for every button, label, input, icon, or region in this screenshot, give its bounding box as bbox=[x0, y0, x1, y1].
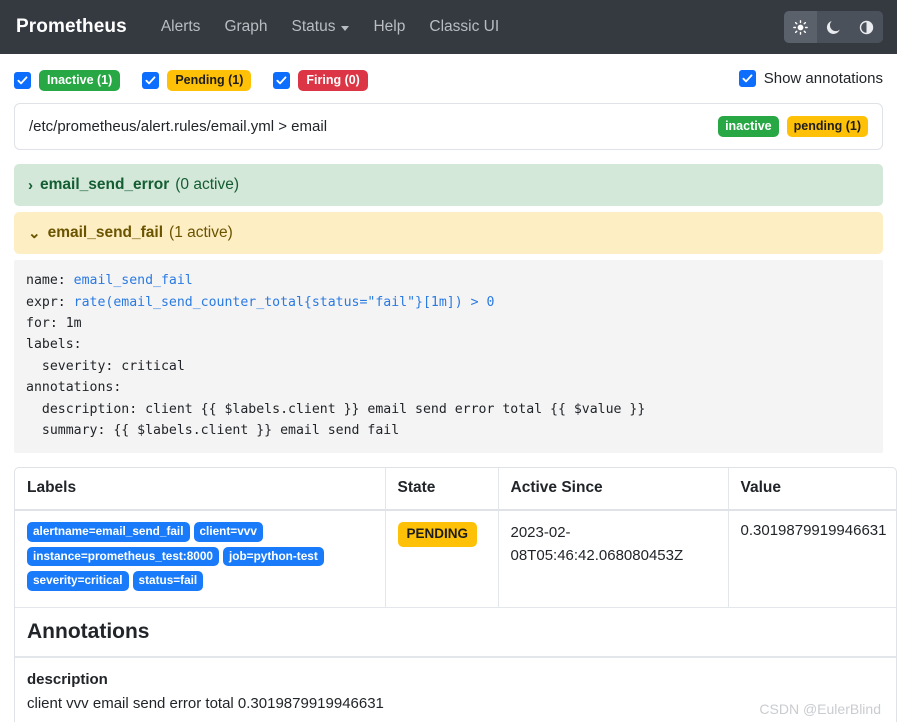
rule-definition-block: name: email_send_fail expr: rate(email_s… bbox=[14, 260, 883, 454]
chevron-down-icon bbox=[341, 25, 350, 31]
nav-link-graph[interactable]: Graph bbox=[212, 12, 279, 42]
annotations-title: Annotations bbox=[15, 608, 896, 657]
checkbox-firing[interactable] bbox=[273, 72, 291, 90]
theme-light-button[interactable] bbox=[784, 11, 817, 43]
rule-labels-line: labels: bbox=[26, 337, 82, 353]
checkbox-inactive[interactable] bbox=[14, 72, 31, 90]
badge-firing[interactable]: Firing (0) bbox=[298, 70, 368, 92]
brand-logo[interactable]: Prometheus bbox=[16, 16, 127, 38]
checkbox-pending[interactable] bbox=[142, 72, 160, 90]
cell-labels: alertname=email_send_fail client=vvv insta… bbox=[15, 510, 386, 608]
annotations-body-cell: description client vvv email send error … bbox=[15, 657, 896, 722]
rule-file-panel: /etc/prometheus/alert.rules/email.yml > … bbox=[14, 103, 883, 151]
theme-auto-button[interactable] bbox=[850, 11, 883, 43]
label-badge[interactable]: client=vvv bbox=[193, 522, 263, 542]
nav-links: Alerts Graph Status Help Classic UI bbox=[149, 12, 511, 42]
alerts-table-body: alertname=email_send_fail client=vvv insta… bbox=[15, 510, 896, 722]
annotations-body: description client vvv email send error … bbox=[15, 658, 896, 722]
alert-group-email-send-error[interactable]: › email_send_error (0 active) bbox=[14, 164, 883, 207]
rule-annotations-line: annotations: bbox=[26, 380, 122, 396]
sun-icon bbox=[793, 19, 808, 35]
annotations-title-cell: Annotations bbox=[15, 607, 896, 658]
alerts-table: Labels State Active Since Value alertnam… bbox=[15, 468, 896, 722]
label-badge[interactable]: instance=prometheus_test:8000 bbox=[27, 546, 219, 567]
cell-value: 0.3019879919946631 bbox=[728, 510, 896, 608]
half-circle-icon bbox=[859, 20, 874, 35]
label-badge[interactable]: alertname=email_send_fail bbox=[27, 522, 190, 542]
checkbox-show-annotations[interactable] bbox=[738, 70, 756, 87]
chevron-down-icon: ⌄ bbox=[28, 224, 41, 242]
cell-active-since: 2023-02-08T05:46:42.068080453Z bbox=[498, 510, 729, 608]
annotation-value-description: client vvv email send error total 0.3019… bbox=[27, 694, 384, 712]
alert-group-name: email_send_error bbox=[40, 176, 170, 194]
rule-expr-key: expr: bbox=[26, 294, 74, 310]
page-content: Inactive (1) Pending (1) Firing (0) Show… bbox=[0, 54, 897, 722]
rule-name-value[interactable]: email_send_fail bbox=[74, 273, 193, 288]
filter-row: Inactive (1) Pending (1) Firing (0) Show… bbox=[14, 54, 883, 103]
column-header-labels: Labels bbox=[15, 468, 386, 512]
navbar: Prometheus Alerts Graph Status Help Clas… bbox=[0, 0, 897, 54]
filter-firing[interactable]: Firing (0) bbox=[273, 70, 368, 92]
rule-file-path: /etc/prometheus/alert.rules/email.yml > … bbox=[29, 118, 328, 136]
alert-group-email-send-fail[interactable]: ⌄ email_send_fail (1 active) bbox=[14, 212, 883, 255]
status-badge-inactive: inactive bbox=[718, 116, 779, 138]
label-badge[interactable]: job=python-test bbox=[222, 546, 324, 567]
alerts-table-wrap: Labels State Active Since Value alertnam… bbox=[14, 467, 897, 722]
rule-labels-severity: severity: critical bbox=[26, 358, 185, 374]
status-badge-pending: pending (1) bbox=[786, 116, 868, 138]
filter-inactive[interactable]: Inactive (1) bbox=[14, 70, 121, 92]
rule-for-line: for: 1m bbox=[26, 316, 82, 331]
show-annotations-toggle[interactable]: Show annotations bbox=[738, 70, 883, 87]
nav-link-status-label: Status bbox=[291, 18, 336, 35]
column-header-active-since: Active Since bbox=[498, 468, 729, 512]
alert-group-count: (1 active) bbox=[169, 224, 233, 242]
alert-group-name: email_send_fail bbox=[47, 224, 164, 242]
alert-group-count: (0 active) bbox=[175, 176, 239, 194]
rule-annotations-summary: summary: {{ $labels.client }} email send… bbox=[26, 422, 400, 438]
status-badge-pending: PENDING bbox=[397, 522, 478, 548]
moon-icon bbox=[826, 20, 841, 35]
theme-dark-button[interactable] bbox=[817, 11, 850, 43]
rule-name-key: name: bbox=[26, 273, 74, 289]
badge-pending[interactable]: Pending (1) bbox=[167, 70, 252, 92]
column-header-state: State bbox=[385, 468, 499, 512]
rule-annotations-description: description: client {{ $labels.client }}… bbox=[26, 401, 646, 417]
rule-file-badges: inactive pending (1) bbox=[718, 116, 868, 138]
badge-inactive[interactable]: Inactive (1) bbox=[39, 70, 121, 92]
table-header-row: Labels State Active Since Value bbox=[15, 468, 896, 512]
annotation-key-description: description bbox=[27, 670, 108, 688]
show-annotations-label: Show annotations bbox=[763, 70, 883, 87]
label-badge[interactable]: severity=critical bbox=[27, 571, 129, 591]
label-badge[interactable]: status=fail bbox=[132, 571, 204, 591]
annotations-body-row: description client vvv email send error … bbox=[15, 657, 896, 722]
nav-link-classic-ui[interactable]: Classic UI bbox=[417, 12, 511, 42]
nav-link-help[interactable]: Help bbox=[361, 12, 417, 42]
annotation-key-summary: summary bbox=[27, 716, 896, 722]
alerts-table-head: Labels State Active Since Value bbox=[15, 468, 896, 512]
chevron-right-icon: › bbox=[28, 176, 33, 194]
nav-link-alerts[interactable]: Alerts bbox=[149, 12, 213, 42]
rule-expr-value[interactable]: rate(email_send_counter_total{status="fa… bbox=[74, 295, 495, 310]
column-header-value: Value bbox=[728, 468, 896, 512]
theme-toggle-group bbox=[784, 11, 883, 43]
annotations-title-row: Annotations bbox=[15, 607, 896, 658]
table-row: alertname=email_send_fail client=vvv insta… bbox=[15, 510, 896, 608]
cell-state: PENDING bbox=[385, 510, 499, 608]
filter-pending[interactable]: Pending (1) bbox=[142, 70, 252, 92]
nav-link-status[interactable]: Status bbox=[280, 12, 362, 42]
